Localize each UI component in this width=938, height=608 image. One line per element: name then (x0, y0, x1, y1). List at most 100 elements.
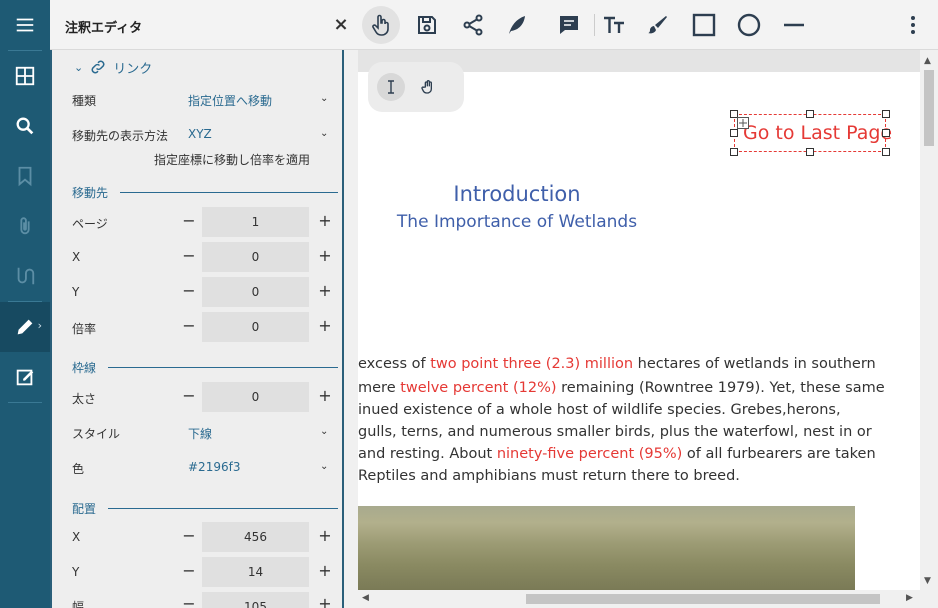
text-cursor-icon (388, 80, 394, 94)
document-viewer: Go to Last Page Introduction The Importa… (358, 50, 938, 608)
text-size-icon (604, 16, 624, 33)
position-x-input[interactable]: 456 (202, 522, 309, 552)
text-select-button[interactable] (377, 73, 405, 101)
width-input[interactable]: 105 (202, 592, 309, 608)
resize-handle[interactable] (806, 148, 814, 156)
resize-handle[interactable] (882, 129, 890, 137)
form-editor-button[interactable] (0, 352, 50, 402)
width-decrement-button[interactable]: − (182, 594, 196, 608)
chevron-down-icon[interactable]: ⌄ (320, 426, 328, 437)
thumbnails-button[interactable] (0, 51, 50, 101)
resize-handle[interactable] (730, 129, 738, 137)
chevron-down-icon: ⌄ (74, 60, 84, 74)
signature-button[interactable] (498, 6, 536, 44)
hand-tool-button[interactable] (414, 73, 442, 101)
zoom-increment-button[interactable]: + (318, 316, 332, 335)
border-color-select[interactable]: #2196f3 (188, 460, 240, 474)
chevron-down-icon[interactable]: ⌄ (320, 461, 328, 472)
position-y-increment-button[interactable]: + (318, 561, 332, 580)
destination-section-title: 移動先 (72, 186, 109, 200)
border-width-decrement-button[interactable]: − (182, 386, 196, 405)
hamburger-icon (16, 18, 34, 32)
border-width-input[interactable]: 0 (202, 382, 309, 412)
border-style-select[interactable]: 下線 (188, 425, 212, 442)
position-y-decrement-button[interactable]: − (182, 561, 196, 580)
menu-button[interactable] (0, 0, 50, 50)
vertical-scroll-thumb[interactable] (924, 70, 934, 146)
border-section-title: 枠線 (72, 361, 97, 375)
pan-tool-button[interactable] (362, 6, 400, 44)
floating-mode-toolbar (368, 62, 464, 112)
link-icon (91, 60, 105, 74)
position-x-label: X (72, 530, 81, 544)
body-text-line: mere twelve percent (12%) remaining (Row… (358, 380, 885, 396)
ink-tool-button[interactable] (639, 6, 677, 44)
circle-tool-button[interactable] (730, 6, 768, 44)
move-handle-icon[interactable] (737, 117, 749, 129)
brush-icon (648, 16, 667, 34)
zoom-input[interactable]: 0 (202, 312, 309, 342)
resize-handle[interactable] (882, 110, 890, 118)
more-options-button[interactable] (894, 6, 932, 44)
display-method-select[interactable]: XYZ (188, 127, 212, 141)
kind-select[interactable]: 指定位置へ移動 (188, 92, 272, 109)
y-decrement-button[interactable]: − (182, 281, 196, 300)
section-title: リンク (113, 61, 153, 77)
square-tool-button[interactable] (685, 6, 723, 44)
display-method-note: 指定座標に移動し倍率を適用 (154, 153, 311, 167)
horizontal-scroll-thumb[interactable] (526, 594, 880, 604)
x-input[interactable]: 0 (202, 242, 309, 272)
x-increment-button[interactable]: + (318, 246, 332, 265)
search-button[interactable] (0, 101, 50, 151)
save-button[interactable] (408, 6, 446, 44)
body-text-line: Reptiles and amphibians must return ther… (358, 468, 740, 484)
y-increment-button[interactable]: + (318, 281, 332, 300)
line-tool-button[interactable] (775, 6, 813, 44)
border-width-label: 太さ (72, 392, 97, 406)
horizontal-scrollbar[interactable]: ◀ ▶ (358, 590, 920, 608)
articles-button[interactable] (0, 251, 50, 301)
border-width-increment-button[interactable]: + (318, 386, 332, 405)
link-annotation[interactable]: Go to Last Page (730, 110, 892, 156)
scroll-down-icon[interactable]: ▼ (924, 576, 931, 586)
chevron-down-icon[interactable]: ⌄ (320, 128, 328, 139)
page-input[interactable]: 1 (202, 207, 309, 237)
scroll-right-icon[interactable]: ▶ (906, 593, 913, 603)
zoom-decrement-button[interactable]: − (182, 316, 196, 335)
comment-button[interactable] (550, 6, 588, 44)
resize-handle[interactable] (730, 148, 738, 156)
floppy-disk-icon (418, 16, 436, 34)
bookmarks-button[interactable] (0, 151, 50, 201)
share-button[interactable] (454, 6, 492, 44)
chevron-down-icon[interactable]: ⌄ (320, 93, 328, 104)
page-increment-button[interactable]: + (318, 211, 332, 230)
x-label: X (72, 250, 81, 264)
resize-handle[interactable] (806, 110, 814, 118)
width-increment-button[interactable]: + (318, 594, 332, 608)
x-decrement-button[interactable]: − (182, 246, 196, 265)
text-tool-button[interactable] (595, 6, 633, 44)
annotation-toolbar: 注釈エディタ × (50, 0, 938, 50)
circle-icon (737, 13, 761, 37)
left-sidebar: › (0, 0, 50, 608)
body-text-line: inued existence of a whole host of wildl… (358, 402, 841, 418)
document-heading: Introduction (453, 182, 581, 206)
page-decrement-button[interactable]: − (182, 211, 196, 230)
position-x-decrement-button[interactable]: − (182, 526, 196, 545)
quill-pen-icon (509, 16, 525, 34)
attachments-button[interactable] (0, 201, 50, 251)
y-input[interactable]: 0 (202, 277, 309, 307)
border-color-label: 色 (72, 462, 85, 476)
resize-handle[interactable] (882, 148, 890, 156)
position-x-increment-button[interactable]: + (318, 526, 332, 545)
close-button[interactable]: × (330, 12, 352, 38)
scroll-left-icon[interactable]: ◀ (362, 593, 369, 603)
y-label: Y (72, 285, 80, 299)
scroll-up-icon[interactable]: ▲ (924, 56, 931, 66)
panel-section-header[interactable]: ⌄ リンク (74, 58, 153, 77)
position-y-input[interactable]: 14 (202, 557, 309, 587)
more-vertical-icon (911, 16, 915, 34)
annotation-editor-button[interactable]: › (0, 302, 50, 352)
annotation-text: Go to Last Page (743, 122, 893, 144)
vertical-scrollbar[interactable]: ▲ ▼ (920, 50, 938, 608)
